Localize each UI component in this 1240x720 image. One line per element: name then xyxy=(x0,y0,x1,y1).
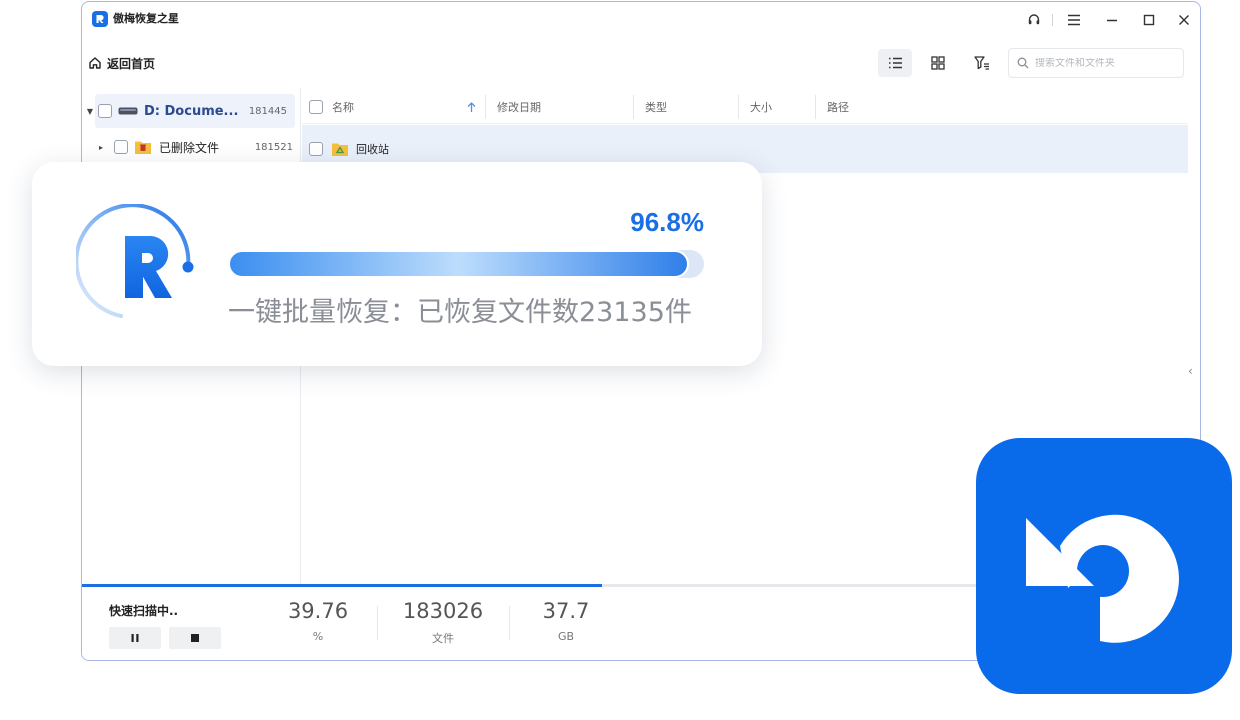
list-view-icon xyxy=(888,57,902,69)
deleted-folder-icon xyxy=(135,141,151,154)
file-list-header: 名称 修改日期 类型 大小 路径 xyxy=(302,90,1188,124)
list-view-button[interactable] xyxy=(878,49,912,77)
column-divider[interactable] xyxy=(738,95,739,119)
column-divider[interactable] xyxy=(633,95,634,119)
stat-files-unit: 文件 xyxy=(432,632,454,645)
scan-status-label: 快速扫描中.. xyxy=(109,604,179,618)
drive-file-count: 181445 xyxy=(248,105,287,117)
scan-progress-fill xyxy=(82,584,602,587)
stat-progress: 39.76 % xyxy=(258,598,378,643)
recycle-bin-folder-icon xyxy=(332,143,348,156)
drive-icon xyxy=(118,107,138,115)
close-icon[interactable] xyxy=(1174,10,1194,30)
stop-icon xyxy=(191,634,199,642)
app-title: 傲梅恢复之星 xyxy=(113,12,179,25)
stat-progress-unit: % xyxy=(312,630,324,643)
sort-ascending-icon[interactable] xyxy=(467,102,476,113)
title-bar-divider xyxy=(1052,14,1053,26)
filter-icon xyxy=(974,56,989,70)
title-bar: 傲梅恢复之星 xyxy=(82,2,1200,38)
back-home-button[interactable]: 返回首页 xyxy=(88,52,155,74)
column-divider[interactable] xyxy=(485,95,486,119)
home-icon xyxy=(89,57,101,69)
column-size[interactable]: 大小 xyxy=(750,90,772,124)
column-divider[interactable] xyxy=(815,95,816,119)
recovery-percent: 96.8% xyxy=(630,207,704,237)
deleted-files-checkbox[interactable] xyxy=(114,140,128,154)
expand-arrow-icon[interactable]: ▼ xyxy=(83,107,97,116)
support-headset-icon[interactable] xyxy=(1024,10,1044,30)
row-checkbox[interactable] xyxy=(309,142,323,156)
app-logo-icon xyxy=(92,11,108,27)
tree-item-deleted-files[interactable]: ▸ 已删除文件 181521 xyxy=(82,130,301,164)
recovery-message: 一键批量恢复：已恢复文件数23135件 xyxy=(228,297,692,328)
recovery-logo-icon xyxy=(74,203,206,328)
column-modified-date[interactable]: 修改日期 xyxy=(497,90,541,124)
row-name: 回收站 xyxy=(356,143,389,156)
pause-icon xyxy=(131,634,139,642)
stat-size: 37.7 GB xyxy=(506,598,626,643)
grid-view-icon xyxy=(931,56,945,70)
column-name[interactable]: 名称 xyxy=(332,90,354,124)
stat-divider xyxy=(377,606,378,640)
restore-arrow-icon xyxy=(1026,514,1179,643)
drive-label: D: Docume... xyxy=(144,103,239,119)
stop-button[interactable] xyxy=(169,627,221,649)
search-input[interactable] xyxy=(1035,57,1175,69)
deleted-files-label: 已删除文件 xyxy=(159,140,220,155)
toolbar: 返回首页 xyxy=(82,42,1200,86)
select-all-checkbox[interactable] xyxy=(309,100,323,114)
tree-item-drive[interactable]: ▼ D: Docume... 181445 xyxy=(87,94,295,128)
restore-badge xyxy=(976,438,1232,694)
grid-view-button[interactable] xyxy=(921,49,955,77)
stat-progress-value: 39.76 xyxy=(287,599,349,623)
stat-files: 183026 文件 xyxy=(383,598,503,646)
search-box[interactable] xyxy=(1008,48,1184,78)
recovery-progress-fill xyxy=(228,250,689,278)
column-path[interactable]: 路径 xyxy=(827,90,849,124)
stat-size-value: 37.7 xyxy=(542,599,590,623)
collapse-panel-chevron-icon[interactable]: ‹ xyxy=(1188,364,1193,378)
drive-checkbox[interactable] xyxy=(98,104,112,118)
recovery-progress-bar xyxy=(228,250,704,278)
maximize-icon[interactable] xyxy=(1139,10,1159,30)
back-home-label: 返回首页 xyxy=(107,56,156,71)
filter-button[interactable] xyxy=(965,49,999,77)
stat-size-unit: GB xyxy=(557,630,575,643)
search-icon xyxy=(1017,57,1029,69)
batch-recovery-card: 96.8% 一键批量恢复：已恢复文件数23135件 xyxy=(32,162,762,366)
menu-icon[interactable] xyxy=(1064,10,1084,30)
expand-arrow-icon[interactable]: ▸ xyxy=(94,143,108,152)
pause-button[interactable] xyxy=(109,627,161,649)
column-type[interactable]: 类型 xyxy=(645,90,667,124)
stat-files-value: 183026 xyxy=(402,599,484,623)
minimize-icon[interactable] xyxy=(1102,10,1122,30)
deleted-files-count: 181521 xyxy=(254,141,293,153)
